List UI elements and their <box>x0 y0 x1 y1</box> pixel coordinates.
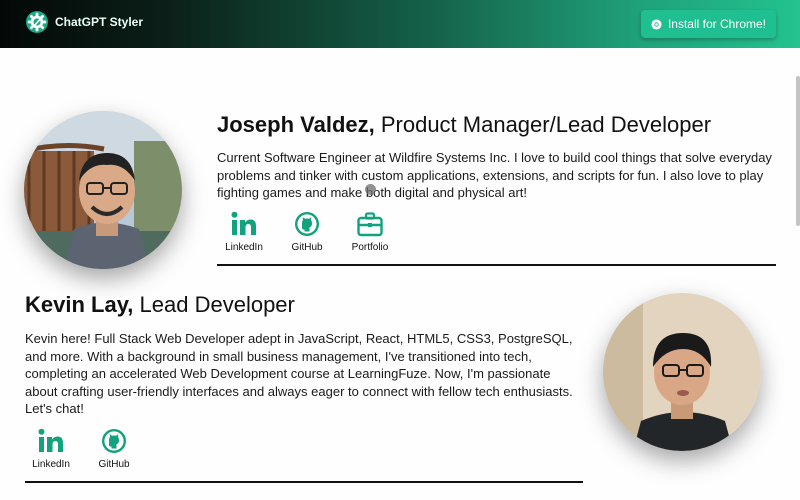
mouse-cursor <box>365 184 376 195</box>
brand[interactable]: ChatGPT Styler <box>25 10 143 34</box>
github-link-joseph[interactable]: GitHub <box>277 211 337 253</box>
avatar-joseph <box>24 111 182 269</box>
portfolio-label: Portfolio <box>351 242 389 253</box>
top-nav-bar: ChatGPT Styler Install for Chrome! <box>0 0 800 48</box>
profile-bio: Kevin here! Full Stack Web Developer ade… <box>25 331 573 416</box>
github-icon <box>102 429 126 453</box>
github-label: GitHub <box>98 459 130 470</box>
avatar-kevin <box>603 293 761 451</box>
brand-name: ChatGPT Styler <box>55 15 144 29</box>
linkedin-label: LinkedIn <box>225 242 263 253</box>
linkedin-link-kevin[interactable]: LinkedIn <box>21 428 81 470</box>
profile-role: Lead Developer <box>133 292 295 317</box>
profile-role: Product Manager/Lead Developer <box>374 112 712 137</box>
linkedin-icon <box>38 428 63 452</box>
portfolio-link-joseph[interactable]: Portfolio <box>340 211 400 253</box>
github-icon <box>295 212 319 236</box>
chrome-icon <box>651 18 662 30</box>
section-divider <box>25 481 583 483</box>
install-button-label: Install for Chrome! <box>667 17 767 31</box>
profile-heading-joseph: Joseph Valdez, Product Manager/Lead Deve… <box>217 112 711 138</box>
profile-name: Joseph Valdez, <box>217 112 375 137</box>
section-divider <box>217 264 776 266</box>
briefcase-icon <box>357 212 383 237</box>
gear-logo-icon <box>26 11 48 33</box>
profile-heading-kevin: Kevin Lay, Lead Developer <box>25 292 295 318</box>
linkedin-link-joseph[interactable]: LinkedIn <box>214 211 274 253</box>
github-link-kevin[interactable]: GitHub <box>84 428 144 470</box>
profile-name: Kevin Lay, <box>25 292 134 317</box>
install-chrome-button[interactable]: Install for Chrome! <box>641 10 776 38</box>
linkedin-label: LinkedIn <box>32 459 70 470</box>
page-scrollbar[interactable] <box>794 50 800 500</box>
profile-bio: Current Software Engineer at Wildfire Sy… <box>217 150 772 200</box>
linkedin-icon <box>231 211 256 235</box>
github-label: GitHub <box>291 242 323 253</box>
scrollbar-thumb[interactable] <box>796 76 800 226</box>
